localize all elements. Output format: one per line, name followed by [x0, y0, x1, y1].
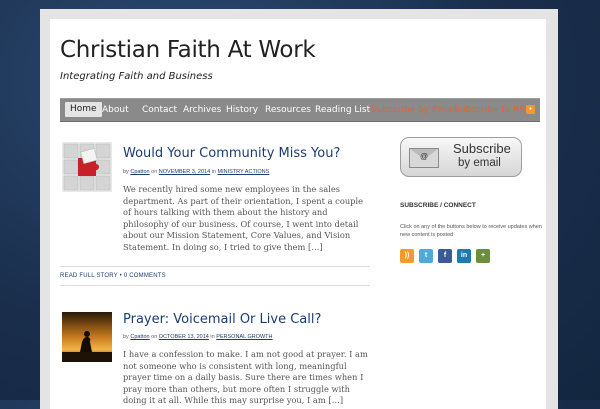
- post-excerpt: I have a confession to make. I am not go…: [123, 349, 368, 405]
- divider: [60, 285, 370, 286]
- divider: [60, 266, 370, 267]
- author-link[interactable]: Cpatton: [130, 169, 149, 175]
- post-meta: by Cpatton on OCTOBER 13, 2014 in PERSON…: [123, 334, 273, 340]
- subscribe-sublabel: by email: [458, 157, 501, 169]
- facebook-icon[interactable]: f: [438, 249, 452, 263]
- page-content: Christian Faith At Work Integrating Fait…: [50, 19, 546, 409]
- prayer-silhouette-thumbnail[interactable]: [62, 312, 112, 362]
- site-tagline: Integrating Faith and Business: [60, 71, 213, 82]
- puzzle-thumbnail[interactable]: [62, 142, 112, 192]
- date-link[interactable]: NOVEMBER 3, 2014: [159, 169, 210, 175]
- nav-archives[interactable]: Archives: [183, 103, 221, 117]
- plus-icon[interactable]: +: [476, 249, 490, 263]
- nav-reading-list[interactable]: Reading List: [315, 103, 370, 117]
- rss-icon[interactable]: •: [526, 105, 535, 114]
- nav-about[interactable]: About: [102, 103, 129, 117]
- read-more-row: READ FULL STORY • 0 COMMENTS: [60, 273, 166, 279]
- widget-title: SUBSCRIBE / CONNECT: [400, 202, 476, 209]
- comments-link[interactable]: 0 COMMENTS: [124, 273, 166, 279]
- post-excerpt: We recently hired some new employees in …: [123, 184, 364, 252]
- date-link[interactable]: OCTOBER 13, 2014: [159, 334, 209, 340]
- twitter-icon[interactable]: t: [419, 249, 433, 263]
- widget-text: Click on any of the buttons below to rec…: [400, 224, 542, 238]
- post-title[interactable]: Would Your Community Miss You?: [123, 146, 340, 161]
- subscribe-label: Subscribe: [453, 141, 511, 156]
- read-full-story-link[interactable]: READ FULL STORY: [60, 273, 118, 279]
- rss-icon[interactable]: )): [400, 249, 414, 263]
- nav-history[interactable]: History: [226, 103, 258, 117]
- nav-resources[interactable]: Resources: [265, 103, 311, 117]
- post-meta: by Cpatton on NOVEMBER 3, 2014 in MINIST…: [123, 169, 270, 175]
- category-link[interactable]: PERSONAL GROWTH: [216, 334, 272, 340]
- nav-subscribe-rss[interactable]: Subscribe to RSS: [454, 103, 531, 117]
- site-title[interactable]: Christian Faith At Work: [60, 37, 316, 63]
- nav-contact[interactable]: Contact: [142, 103, 177, 117]
- nav-home[interactable]: Home: [65, 102, 102, 117]
- site-frame: Christian Faith At Work Integrating Fait…: [40, 9, 558, 409]
- linkedin-icon[interactable]: in: [457, 249, 471, 263]
- post-title[interactable]: Prayer: Voicemail Or Live Call?: [123, 312, 321, 327]
- subscribe-by-email-button[interactable]: @ Subscribe by email: [400, 137, 522, 177]
- nav-subscribe-email[interactable]: Subscribe by Email: [371, 103, 457, 117]
- author-link[interactable]: Cpatton: [130, 334, 149, 340]
- category-link[interactable]: MINISTRY ACTIONS: [218, 169, 270, 175]
- envelope-icon: @: [409, 148, 439, 168]
- main-nav: Home About Contact Archives History Reso…: [60, 98, 540, 122]
